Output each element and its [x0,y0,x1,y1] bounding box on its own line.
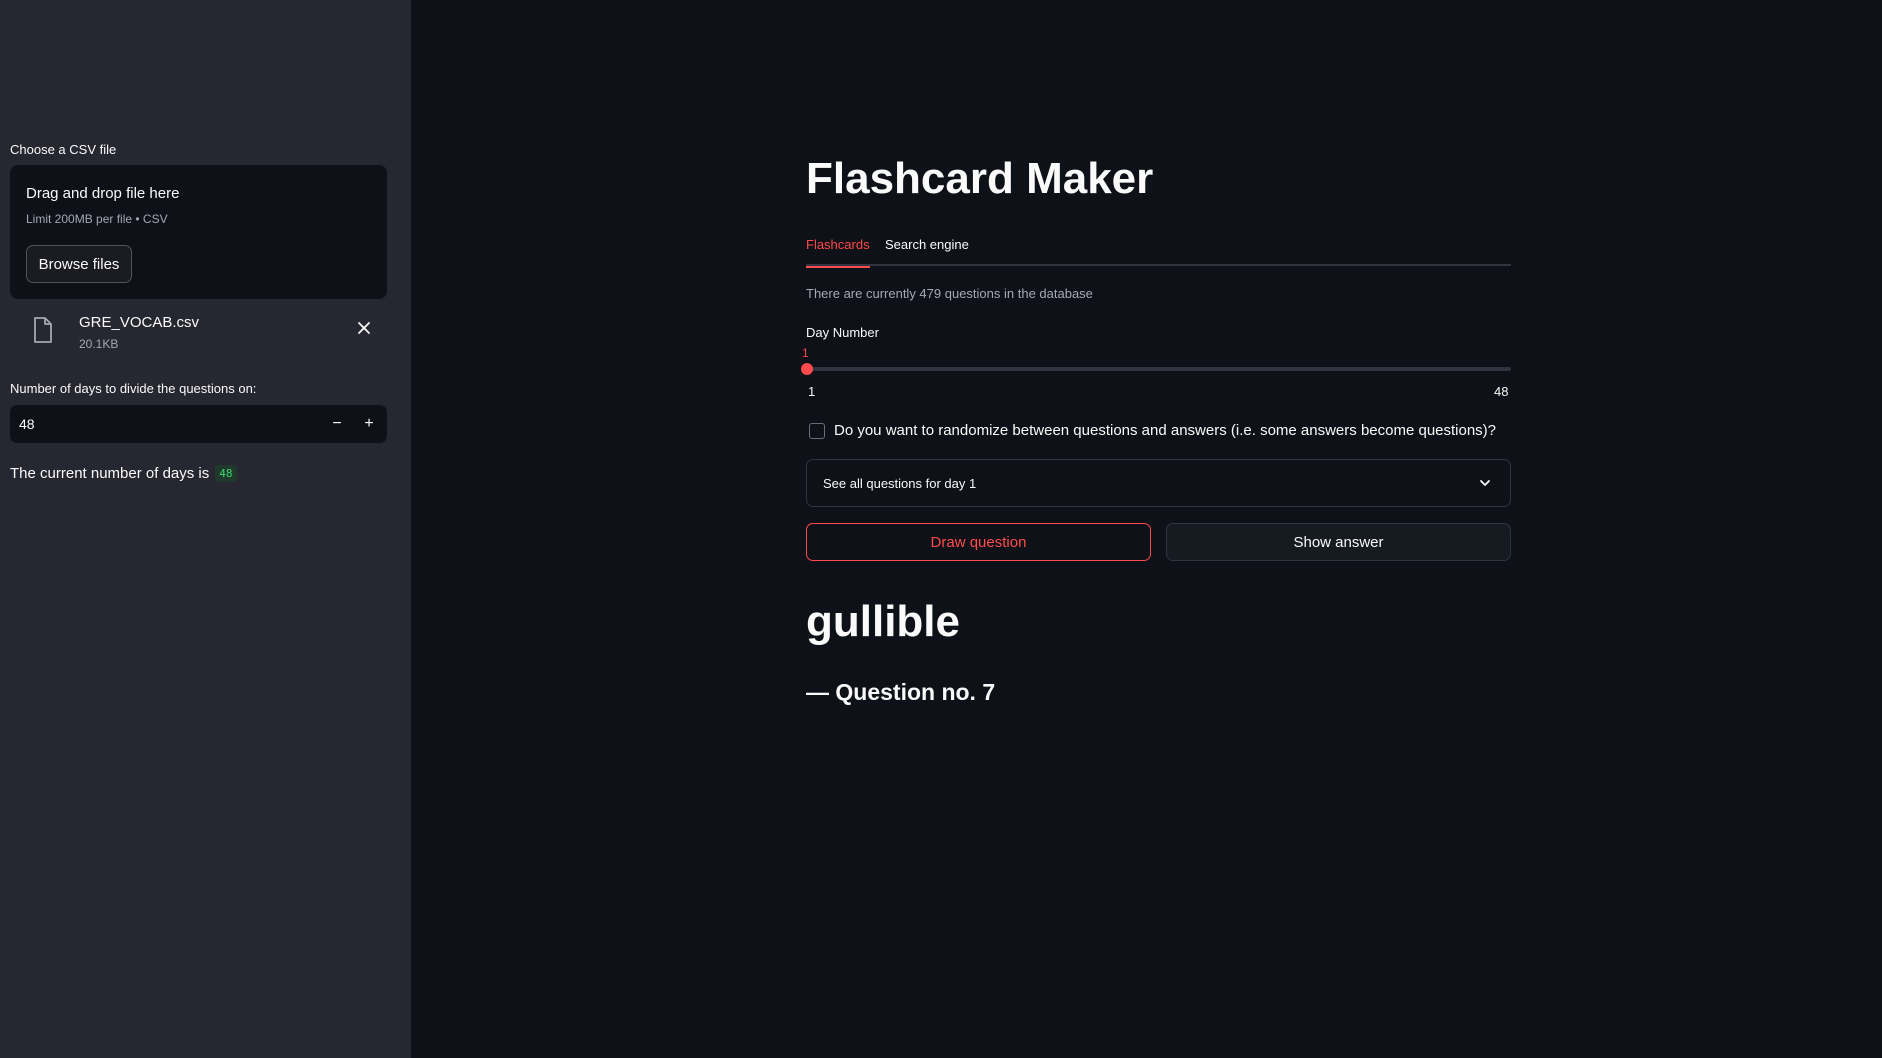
increment-button[interactable]: + [353,405,385,443]
show-answer-button[interactable]: Show answer [1166,523,1511,561]
close-icon [358,322,370,334]
tab-flashcards[interactable]: Flashcards [806,237,870,268]
file-icon [34,317,52,343]
days-input-label: Number of days to divide the questions o… [10,381,257,396]
page-title: Flashcard Maker [806,154,1154,203]
uploaded-file-row: GRE_VOCAB.csv 20.1KB [10,305,387,357]
browse-files-button[interactable]: Browse files [26,245,132,283]
dropzone-limit: Limit 200MB per file • CSV [26,212,168,226]
days-number-input[interactable]: 48 − + [10,405,387,443]
day-slider-value: 1 [802,346,809,360]
question-number: — Question no. 7 [806,679,996,705]
tab-bar: Flashcards Search engine [806,234,1511,268]
randomize-checkbox-label[interactable]: Do you want to randomize between questio… [834,422,1496,439]
questions-expander[interactable]: See all questions for day 1 [806,459,1511,507]
current-days-badge: 48 [215,465,237,482]
file-uploader-label: Choose a CSV file [10,142,117,157]
draw-question-button[interactable]: Draw question [806,523,1151,561]
uploaded-file-name: GRE_VOCAB.csv [79,314,200,331]
remove-file-button[interactable] [353,317,375,339]
day-slider-label: Day Number [806,325,879,340]
database-info: There are currently 479 questions in the… [806,286,1093,301]
decrement-button[interactable]: − [321,405,353,443]
chevron-down-icon [1480,480,1490,486]
uploaded-file-size: 20.1KB [79,337,119,351]
current-days-text: The current number of days is 48 [10,465,237,482]
randomize-checkbox[interactable] [809,423,825,439]
current-days-label: The current number of days is [10,465,210,482]
flashcard-word: gullible [806,597,960,646]
day-slider-max: 48 [1494,384,1509,399]
day-slider-min: 1 [808,384,816,399]
tab-search-engine[interactable]: Search engine [885,237,969,252]
file-dropzone[interactable]: Drag and drop file here Limit 200MB per … [10,165,387,299]
days-input-value[interactable]: 48 [19,416,35,432]
day-slider-track[interactable] [806,367,1511,371]
dropzone-title: Drag and drop file here [26,185,180,202]
day-slider-thumb[interactable] [801,363,813,375]
sidebar: Choose a CSV file Drag and drop file her… [0,0,411,1058]
expander-label: See all questions for day 1 [823,476,977,491]
